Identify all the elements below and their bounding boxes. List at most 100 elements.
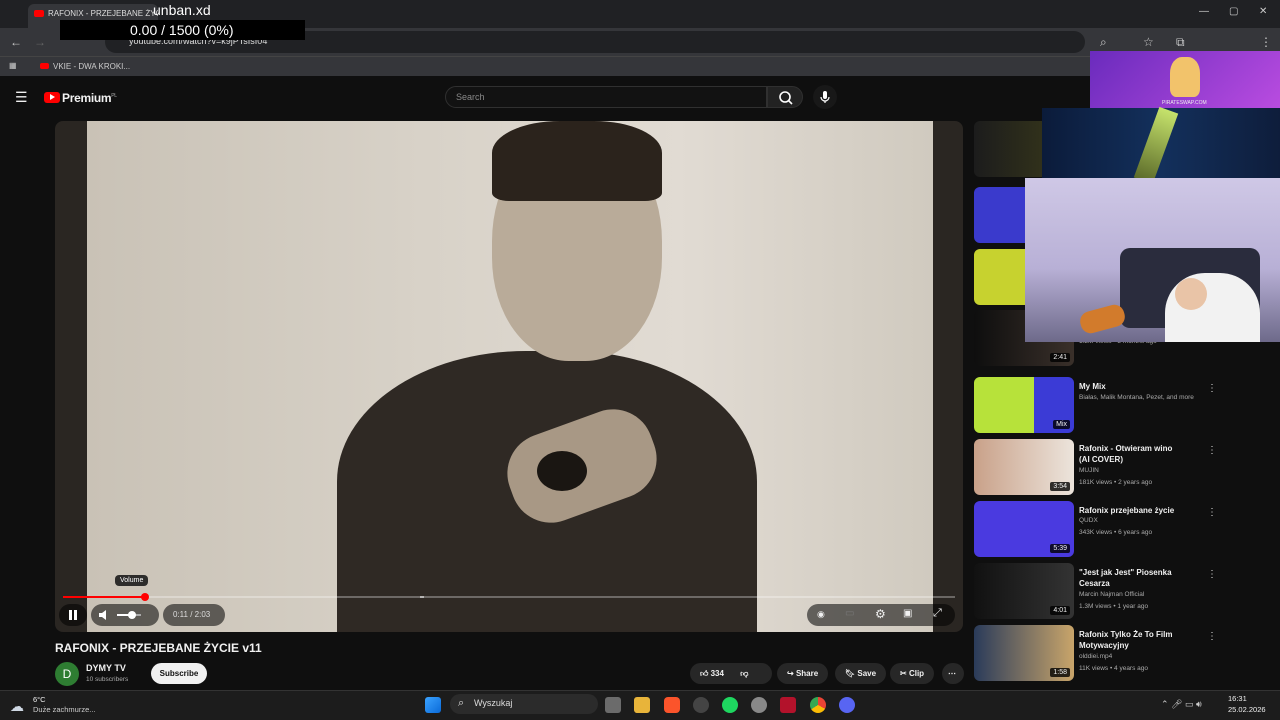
clock-time: 16:31 <box>1228 694 1247 703</box>
settings-gear-icon[interactable]: ⚙ <box>875 607 886 621</box>
hamburger-menu-icon[interactable]: ☰ <box>15 89 28 106</box>
related-video[interactable]: Mix My Mix Białas, Malik Montana, Pezet,… <box>974 377 1274 435</box>
taskbar-search[interactable]: Wyszukaj <box>450 694 598 714</box>
bookmark-item[interactable]: VKIE - DWA KROKI... <box>53 62 130 71</box>
knife-skin <box>1133 106 1179 185</box>
menu-dots-icon[interactable]: ⋮ <box>1260 35 1272 49</box>
related-meta: 11K views • 4 years ago <box>1079 665 1148 672</box>
channel-avatar[interactable]: D <box>55 662 79 686</box>
minimize-icon[interactable]: — <box>1199 6 1209 17</box>
video-title: RAFONIX - PRZEJEBANE ŻYCIE v11 <box>55 641 262 655</box>
chrome-icon[interactable] <box>810 697 826 713</box>
share-button[interactable]: ↪ Share <box>777 663 829 684</box>
tray-icons[interactable]: ⌃ 🎤︎ ▭ 🔊︎ <box>1161 699 1202 710</box>
save-button[interactable]: 🔖︎ Save <box>835 663 887 684</box>
progress-bar[interactable] <box>63 596 955 598</box>
save-icon: 🔖︎ <box>845 669 856 678</box>
subscriber-count: 10 subscribers <box>86 676 129 683</box>
overlay-watermark: PIRATESWAP.COM <box>1162 100 1207 106</box>
fullscreen-icon[interactable]: ⤢ <box>933 607 942 620</box>
webcam-microphone <box>1077 302 1128 336</box>
duration-badge: 2:41 <box>1050 353 1070 362</box>
close-icon[interactable]: ✕ <box>1259 6 1267 17</box>
search-input[interactable]: Search <box>445 86 767 108</box>
discord-icon[interactable] <box>839 697 855 713</box>
youtube-premium-logo[interactable]: PremiumPL <box>44 91 117 105</box>
related-title: "Jest jak Jest" Piosenka Cesarza <box>1079 568 1172 588</box>
search-icon <box>779 91 793 105</box>
forward-icon[interactable]: → <box>34 35 46 49</box>
related-video[interactable]: 3:54 Rafonix - Otwieram wino (AI COVER) … <box>974 439 1274 497</box>
time-display: 0:11 / 2:03 <box>163 604 225 626</box>
related-channel: MUJIN <box>1079 467 1099 474</box>
apps-grid-icon[interactable]: ▦ <box>9 61 17 70</box>
more-options-icon[interactable]: ⋮ <box>1207 569 1217 580</box>
duration-badge: 5:39 <box>1050 544 1070 553</box>
maximize-icon[interactable]: ▢ <box>1229 6 1238 17</box>
webcam-overlay <box>1025 178 1280 342</box>
app-icon[interactable] <box>751 697 767 713</box>
more-options-icon[interactable]: ⋮ <box>1207 507 1217 518</box>
scrubber-handle[interactable] <box>141 593 149 601</box>
more-options-icon[interactable]: ⋮ <box>1207 445 1217 456</box>
youtube-favicon-icon <box>34 10 44 17</box>
related-title: Rafonix przejebane życie <box>1079 506 1175 515</box>
stream-overlay-items <box>1042 106 1280 185</box>
clock-date: 25.02.2026 <box>1228 705 1266 714</box>
related-channel: Białas, Malik Montana, Pezet, and more <box>1079 394 1194 401</box>
video-player[interactable]: Volume 0:11 / 2:03 ◉ ▭ ⚙ ▣ ⤢ <box>55 121 963 632</box>
weather-cloud-icon[interactable]: ☁ <box>10 698 24 715</box>
share-label: Share <box>795 669 819 678</box>
video-frame <box>87 121 933 632</box>
stream-overlay-banner: PIRATESWAP.COM <box>1090 51 1280 108</box>
extensions-icon[interactable]: ⧉ <box>1176 35 1185 50</box>
search-icon[interactable]: ⌕ <box>1100 35 1107 50</box>
windows-start-icon[interactable] <box>425 697 441 713</box>
like-dislike-button[interactable]: 👍︎ 334 👎︎ <box>690 663 772 684</box>
webcam-face <box>1175 278 1207 310</box>
pause-button[interactable] <box>59 604 87 626</box>
brave-browser-icon[interactable] <box>664 697 680 713</box>
theater-mode-icon[interactable]: ▣ <box>903 608 912 619</box>
app-icon[interactable] <box>693 697 709 713</box>
related-channel: QUDX <box>1079 517 1098 524</box>
more-actions-button[interactable]: ⋯ <box>942 663 964 684</box>
bookmarks-bar: ▦ VKIE - DWA KROKI... <box>0 56 1280 76</box>
back-icon[interactable]: ← <box>10 35 22 49</box>
overlay-username: unban.xd <box>153 2 211 18</box>
related-meta: 1.3M views • 1 year ago <box>1079 603 1149 610</box>
channel-name[interactable]: DYMY TV <box>86 663 126 673</box>
related-video[interactable]: 4:01 "Jest jak Jest" Piosenka Cesarza Ma… <box>974 563 1274 621</box>
more-options-icon[interactable]: ⋮ <box>1207 383 1217 394</box>
bookmark-star-icon[interactable]: ☆ <box>1143 35 1154 49</box>
youtube-bookmark-icon <box>40 63 49 69</box>
overlay-counter: 0.00 / 1500 (0%) <box>60 20 305 40</box>
app-icon[interactable] <box>780 697 796 713</box>
related-video[interactable]: 5:39 Rafonix przejebane życie QUDX 343K … <box>974 501 1274 559</box>
volume-control[interactable] <box>91 604 159 626</box>
clip-label: Clip <box>908 669 925 678</box>
pause-icon <box>69 610 77 620</box>
logo-badge: PL <box>111 93 117 99</box>
weather-temp: 6°C <box>33 695 46 704</box>
youtube-play-icon <box>44 92 60 103</box>
task-view-icon[interactable] <box>605 697 621 713</box>
related-title: Rafonix - Otwieram wino (AI COVER) <box>1079 444 1173 464</box>
clip-button[interactable]: ✂ Clip <box>890 663 935 684</box>
rooster-mascot <box>1170 57 1200 97</box>
autoplay-toggle-icon[interactable]: ◉ <box>817 609 825 620</box>
person-hair <box>492 121 662 201</box>
captions-icon[interactable]: ▭ <box>845 608 854 619</box>
file-explorer-icon[interactable] <box>634 697 650 713</box>
microphone-icon <box>820 91 830 103</box>
thumbs-down-icon[interactable]: 👎︎ <box>740 669 748 678</box>
progress-loaded <box>419 596 425 598</box>
subscribe-button[interactable]: Subscribe <box>151 663 207 684</box>
wristwatch <box>537 451 587 491</box>
search-button[interactable] <box>767 86 803 108</box>
duration-badge: 3:54 <box>1050 482 1070 491</box>
voice-search-button[interactable] <box>813 85 837 109</box>
related-video[interactable]: 1:58 Rafonix Tylko Że To Film Motywacyjn… <box>974 625 1274 683</box>
more-options-icon[interactable]: ⋮ <box>1207 631 1217 642</box>
spotify-icon[interactable] <box>722 697 738 713</box>
